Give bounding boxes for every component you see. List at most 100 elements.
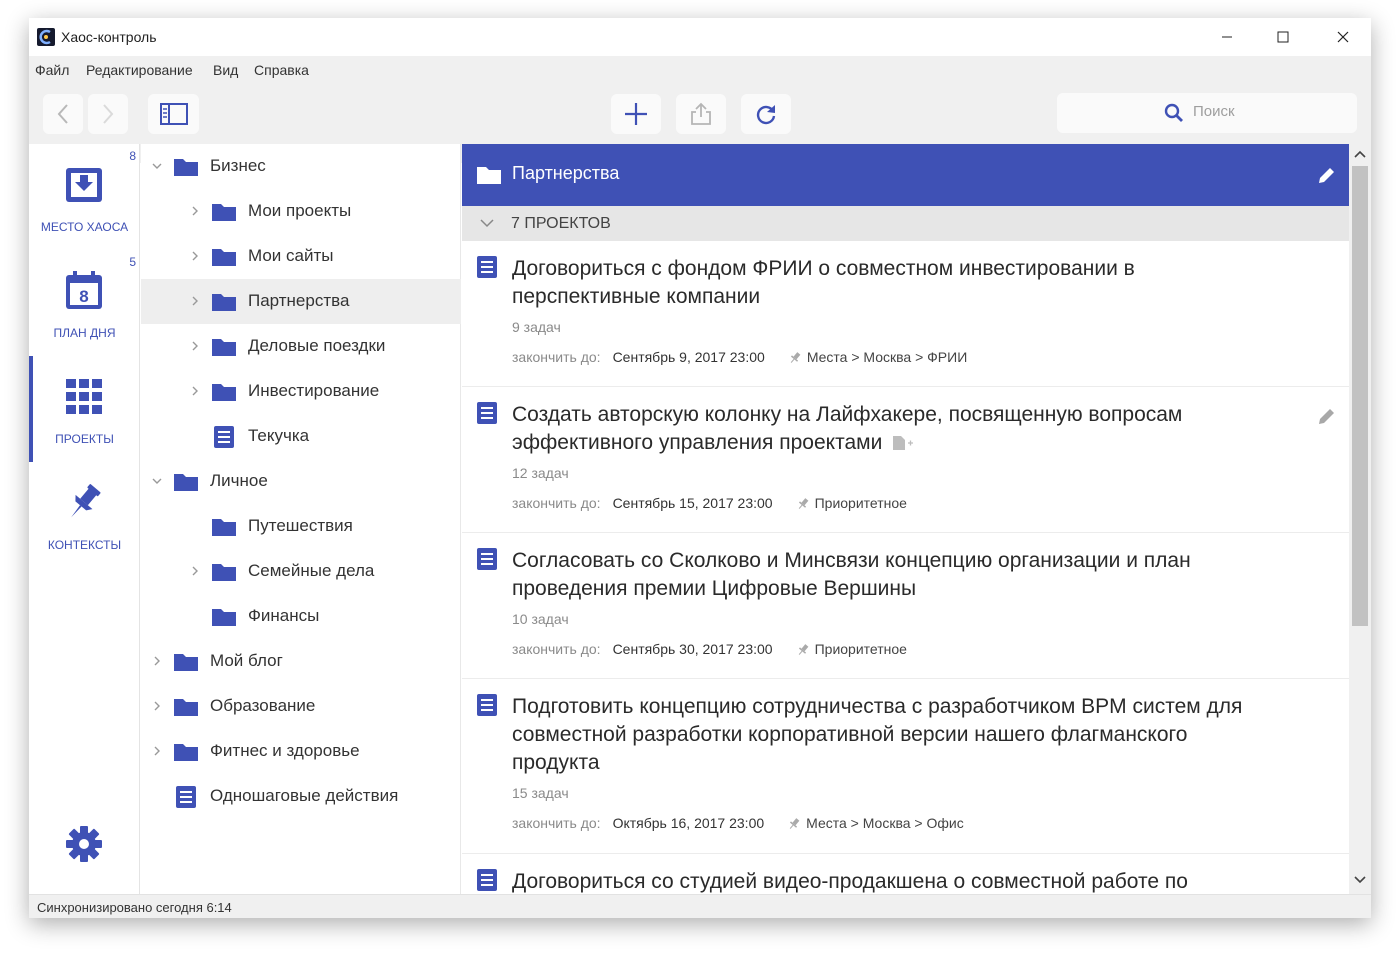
tree-item-label: Финансы bbox=[248, 606, 320, 625]
project-context[interactable]: Приоритетное bbox=[815, 641, 907, 657]
close-button[interactable] bbox=[1315, 18, 1371, 56]
scroll-thumb[interactable] bbox=[1352, 166, 1368, 626]
project-task-count: 9 задач bbox=[512, 319, 561, 335]
chevron-right-icon[interactable] bbox=[151, 699, 163, 711]
list-icon bbox=[175, 785, 197, 814]
tree-item[interactable]: Образование bbox=[141, 684, 461, 729]
back-button[interactable] bbox=[43, 94, 83, 134]
nav-label-chaos: МЕСТО ХАОСА bbox=[40, 220, 129, 234]
folder-icon bbox=[211, 290, 237, 317]
search-box[interactable] bbox=[1057, 93, 1357, 133]
tree-item[interactable]: Партнерства bbox=[141, 279, 461, 324]
project-tree: Бизнес Мои проекты Мои сайты Партнерства Дел… bbox=[141, 144, 461, 894]
menu-help[interactable]: Справка bbox=[254, 62, 309, 78]
project-item[interactable]: Подготовить концепцию сотрудничества с р… bbox=[462, 679, 1349, 854]
tree-item[interactable]: Семейные дела bbox=[141, 549, 461, 594]
calendar-icon: 8 bbox=[66, 271, 102, 309]
chevron-right-icon[interactable] bbox=[189, 339, 201, 351]
settings-button[interactable] bbox=[65, 825, 103, 868]
project-title-text: Подготовить концепцию сотрудничества с р… bbox=[512, 695, 1243, 774]
chevron-down-icon[interactable] bbox=[151, 159, 163, 171]
menu-view[interactable]: Вид bbox=[213, 62, 238, 78]
tree-item[interactable]: Деловые поездки bbox=[141, 324, 461, 369]
project-title: Подготовить концепцию сотрудничества с р… bbox=[512, 693, 1272, 777]
project-context[interactable]: Места > Москва > Офис bbox=[806, 815, 964, 831]
folder-icon bbox=[211, 335, 237, 362]
chevron-right-icon[interactable] bbox=[189, 204, 201, 216]
tree-item-label: Инвестирование bbox=[248, 381, 380, 400]
scrollbar[interactable] bbox=[1349, 144, 1371, 894]
menu-file[interactable]: Файл bbox=[35, 62, 69, 78]
tree-item[interactable]: Путешествия bbox=[141, 504, 461, 549]
chaos-count-badge: 8 bbox=[129, 149, 136, 163]
share-icon bbox=[691, 102, 711, 125]
minimize-button[interactable] bbox=[1199, 18, 1255, 56]
add-note-icon[interactable] bbox=[892, 431, 914, 459]
project-title: Договориться с фондом ФРИИ о совместном … bbox=[512, 255, 1272, 311]
due-date: Сентябрь 9, 2017 23:00 bbox=[612, 349, 765, 365]
sync-button[interactable] bbox=[741, 94, 791, 134]
project-meta: закончить до: Сентябрь 9, 2017 23:00 Места… bbox=[512, 349, 967, 367]
chevron-right-icon[interactable] bbox=[189, 249, 201, 261]
project-task-count: 15 задач bbox=[512, 785, 569, 801]
nav-item-projects[interactable]: ПРОЕКТЫ bbox=[29, 356, 140, 462]
folder-header: Партнерства bbox=[462, 144, 1349, 206]
tree-item[interactable]: Мои сайты bbox=[141, 234, 461, 279]
sidebar-toggle-button[interactable] bbox=[148, 94, 199, 134]
project-meta: закончить до: Сентябрь 30, 2017 23:00 Прио… bbox=[512, 641, 907, 659]
add-button[interactable] bbox=[611, 94, 661, 134]
grid-icon bbox=[66, 379, 102, 414]
search-input[interactable] bbox=[1193, 103, 1343, 120]
tree-item[interactable]: Мой блог bbox=[141, 639, 461, 684]
project-task-count: 10 задач bbox=[512, 611, 569, 627]
tree-item-label: Бизнес bbox=[210, 156, 266, 175]
chevron-right-icon[interactable] bbox=[189, 384, 201, 396]
tree-item[interactable]: Одношаговые действия bbox=[141, 774, 461, 819]
project-item[interactable]: Договориться со студией видео-продакшена… bbox=[462, 854, 1349, 894]
chevron-right-icon[interactable] bbox=[151, 654, 163, 666]
tree-item-label: Мои сайты bbox=[248, 246, 334, 265]
edit-project-icon[interactable] bbox=[1318, 407, 1336, 430]
chevron-down-icon bbox=[480, 219, 494, 228]
tree-item[interactable]: Текучка bbox=[141, 414, 461, 459]
nav-item-day-plan[interactable]: 8 5 ПЛАН ДНЯ bbox=[29, 250, 140, 356]
tree-item[interactable]: Финансы bbox=[141, 594, 461, 639]
nav-item-contexts[interactable]: КОНТЕКСТЫ bbox=[29, 462, 140, 568]
chevron-right-icon[interactable] bbox=[151, 744, 163, 756]
forward-button[interactable] bbox=[88, 94, 128, 134]
project-title: Согласовать со Сколково и Минсвязи конце… bbox=[512, 547, 1272, 603]
nav-label-contexts: КОНТЕКСТЫ bbox=[47, 538, 122, 552]
tree-item[interactable]: Инвестирование bbox=[141, 369, 461, 414]
scroll-down-icon[interactable] bbox=[1354, 876, 1366, 884]
chevron-right-icon[interactable] bbox=[189, 564, 201, 576]
project-context[interactable]: Приоритетное bbox=[815, 495, 907, 511]
share-button[interactable] bbox=[676, 94, 726, 134]
maximize-button[interactable] bbox=[1255, 18, 1311, 56]
project-item[interactable]: Договориться с фондом ФРИИ о совместном … bbox=[462, 241, 1349, 387]
project-title-text: Договориться с фондом ФРИИ о совместном … bbox=[512, 257, 1135, 308]
project-list-icon bbox=[476, 868, 498, 894]
tree-item-label: Деловые поездки bbox=[248, 336, 386, 355]
pencil-icon[interactable] bbox=[1318, 166, 1336, 184]
nav-item-chaos[interactable]: 8 МЕСТО ХАОСА bbox=[29, 144, 140, 250]
menu-edit[interactable]: Редактирование bbox=[86, 62, 193, 78]
folder-icon bbox=[211, 245, 237, 272]
due-label: закончить до: bbox=[512, 815, 601, 831]
gear-icon bbox=[66, 826, 102, 862]
scroll-up-icon[interactable] bbox=[1354, 150, 1366, 158]
svg-text:8: 8 bbox=[79, 287, 88, 306]
project-context[interactable]: Места > Москва > ФРИИ bbox=[807, 349, 967, 365]
chevron-down-icon[interactable] bbox=[151, 474, 163, 486]
project-task-count: 12 задач bbox=[512, 465, 569, 481]
due-date: Октябрь 16, 2017 23:00 bbox=[612, 815, 765, 831]
project-item[interactable]: Создать авторскую колонку на Лайфхакере,… bbox=[462, 387, 1349, 533]
chevron-right-icon[interactable] bbox=[189, 294, 201, 306]
pin-icon bbox=[71, 484, 101, 518]
tree-item[interactable]: Мои проекты bbox=[141, 189, 461, 234]
tree-item[interactable]: Бизнес bbox=[141, 144, 461, 189]
tree-item[interactable]: Личное bbox=[141, 459, 461, 504]
plus-icon bbox=[625, 103, 647, 125]
project-item[interactable]: Согласовать со Сколково и Минсвязи конце… bbox=[462, 533, 1349, 679]
tree-item[interactable]: Фитнес и здоровье bbox=[141, 729, 461, 774]
project-count-bar[interactable]: 7 ПРОЕКТОВ bbox=[462, 206, 1349, 241]
